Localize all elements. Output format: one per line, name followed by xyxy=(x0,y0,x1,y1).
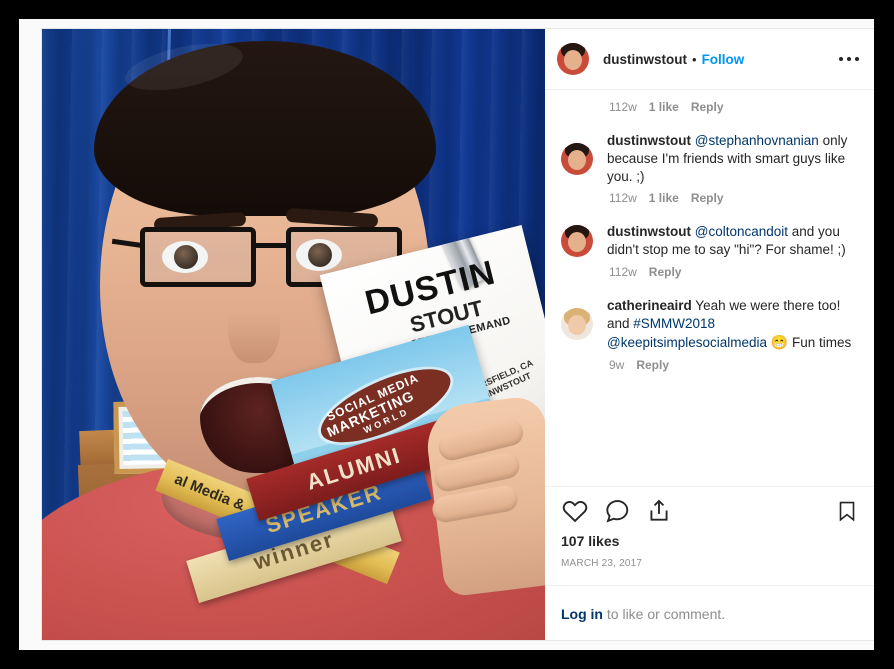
post-header: dustinwstout • Follow xyxy=(545,29,874,90)
avatar[interactable] xyxy=(561,308,593,341)
likes-count: 107 likes xyxy=(561,533,620,549)
caption-reply-button[interactable]: Reply xyxy=(691,100,724,114)
share-icon[interactable] xyxy=(645,497,673,525)
comment-meta-row: 112w 1 like Reply xyxy=(561,185,859,215)
glasses-lens-left xyxy=(140,227,256,287)
avatar-face xyxy=(568,315,586,336)
avatar[interactable] xyxy=(561,225,593,258)
comment-hashtag[interactable]: #SMMW2018 xyxy=(633,316,715,331)
comment-icon[interactable] xyxy=(603,497,631,525)
more-options-icon[interactable] xyxy=(835,51,863,67)
avatar[interactable] xyxy=(557,43,589,75)
glasses-bridge xyxy=(252,243,288,248)
separator-dot: • xyxy=(692,51,697,67)
comment-mention[interactable]: @coltoncandoit xyxy=(695,224,788,239)
bookmark-icon[interactable] xyxy=(835,497,859,525)
post-author-username[interactable]: dustinwstout xyxy=(603,52,687,67)
instagram-embed-card: al Media & DUSTIN STOUT STEADY DEMAND BA… xyxy=(41,28,874,641)
avatar[interactable] xyxy=(561,142,593,175)
comment-mention[interactable]: @keepitsimplesocialmedia xyxy=(607,335,767,350)
action-icon-row xyxy=(561,497,859,525)
post-photo[interactable]: al Media & DUSTIN STOUT STEADY DEMAND BA… xyxy=(42,29,545,640)
comments-list: 112w 1 like Reply dustinwstout @stephanh… xyxy=(545,90,874,486)
comment-body: dustinwstout @stephanhovnanian only beca… xyxy=(607,132,859,185)
more-dot-3 xyxy=(855,57,859,61)
more-dot-1 xyxy=(839,57,843,61)
comment-likes: 1 like xyxy=(648,191,679,206)
comment-meta-row: 9w Reply xyxy=(561,352,859,382)
comment-body: catherineaird Yeah we were there too! an… xyxy=(607,297,859,351)
caption-time: 112w xyxy=(609,100,637,114)
avatar-face xyxy=(568,232,586,253)
heart-icon[interactable] xyxy=(561,497,589,525)
comment-time: 9w xyxy=(609,357,625,372)
comment-time: 112w xyxy=(609,265,637,280)
post-date: MARCH 23, 2017 xyxy=(561,558,643,569)
list-item: dustinwstout @coltoncandoit and you didn… xyxy=(561,215,859,259)
comment-body: dustinwstout @coltoncandoit and you didn… xyxy=(607,223,859,259)
more-dot-2 xyxy=(847,57,851,61)
nose xyxy=(228,279,280,363)
login-prompt-text: to like or comment. xyxy=(603,606,726,622)
comment-time: 112w xyxy=(609,191,637,206)
comment-author[interactable]: dustinwstout xyxy=(607,224,691,239)
comment-meta-row: 112w Reply xyxy=(561,259,859,289)
grinning-face-emoji: 😁 xyxy=(770,333,789,350)
avatar-face xyxy=(568,149,586,170)
caption-meta-row: 112w 1 like Reply xyxy=(561,94,859,124)
login-prompt: Log in to like or comment. xyxy=(545,585,874,640)
screenshot-frame: al Media & DUSTIN STOUT STEADY DEMAND BA… xyxy=(0,0,894,669)
comment-text: catherineaird Yeah we were there too! an… xyxy=(607,297,859,351)
comment-author[interactable]: dustinwstout xyxy=(607,133,691,148)
follow-button[interactable]: Follow xyxy=(702,52,745,67)
log-in-link[interactable]: Log in xyxy=(561,606,603,622)
caption-likes: 1 like xyxy=(648,100,679,114)
comment-reply-button[interactable]: Reply xyxy=(691,191,724,205)
list-item: dustinwstout @stephanhovnanian only beca… xyxy=(561,124,859,185)
comment-mention[interactable]: @stephanhovnanian xyxy=(695,133,819,148)
list-item: catherineaird Yeah we were there too! an… xyxy=(561,289,859,351)
white-mat: al Media & DUSTIN STOUT STEADY DEMAND BA… xyxy=(19,19,874,650)
post-sidebar: dustinwstout • Follow 112w 1 like Reply xyxy=(545,29,874,640)
comment-message-part-2: Fun times xyxy=(788,334,852,350)
comment-text: dustinwstout @stephanhovnanian only beca… xyxy=(607,132,859,185)
comment-reply-button[interactable]: Reply xyxy=(636,358,669,372)
avatar-face xyxy=(564,50,582,70)
comment-text: dustinwstout @coltoncandoit and you didn… xyxy=(607,223,859,259)
comment-author[interactable]: catherineaird xyxy=(607,298,692,313)
post-actions-bar: 107 likes MARCH 23, 2017 xyxy=(545,486,874,585)
comment-reply-button[interactable]: Reply xyxy=(649,265,682,279)
